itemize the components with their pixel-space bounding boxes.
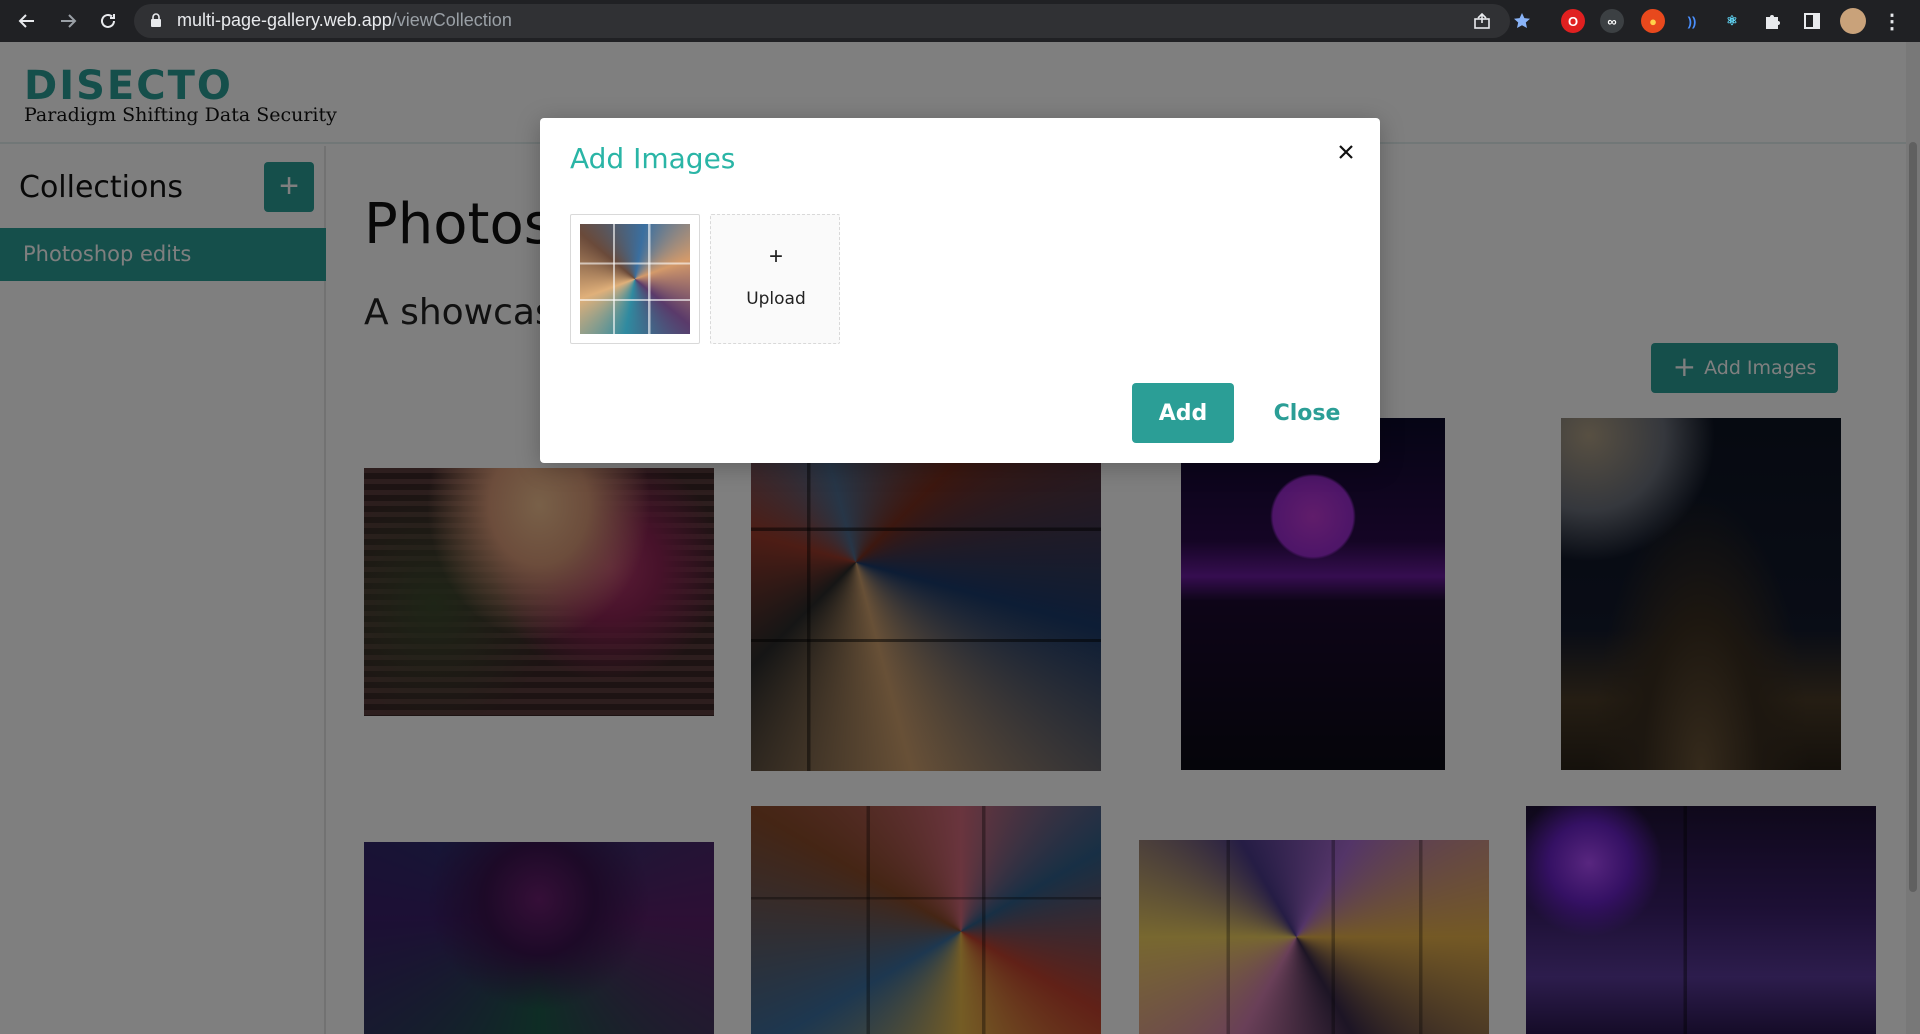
ext-fire-icon[interactable]: ● — [1641, 9, 1665, 33]
back-arrow-icon[interactable] — [13, 7, 41, 35]
forward-arrow-icon[interactable] — [54, 7, 82, 35]
uploaded-image — [580, 224, 690, 334]
page: DISECTO Paradigm Shifting Data Security … — [0, 42, 1920, 1034]
uploaded-image-thumbnail[interactable] — [570, 214, 700, 344]
bookmark-star-icon[interactable] — [1510, 9, 1534, 33]
extensions-puzzle-icon[interactable] — [1760, 9, 1784, 33]
menu-dots-icon[interactable]: ⋮ — [1880, 9, 1904, 33]
reload-icon[interactable] — [94, 7, 122, 35]
profile-avatar[interactable] — [1840, 8, 1866, 34]
add-button[interactable]: Add — [1132, 383, 1234, 443]
ext-opera-icon[interactable]: O — [1561, 9, 1585, 33]
upload-button[interactable]: + Upload — [710, 214, 840, 344]
close-icon[interactable] — [1332, 138, 1360, 166]
ext-wave-icon[interactable]: )) — [1680, 9, 1704, 33]
url-path: /viewCollection — [391, 10, 512, 30]
add-images-modal: Add Images + Upload Add Close — [540, 118, 1380, 463]
modal-title: Add Images — [570, 142, 736, 175]
browser-toolbar: multi-page-gallery.web.app/viewCollectio… — [0, 0, 1920, 42]
url-text[interactable]: multi-page-gallery.web.app/viewCollectio… — [177, 10, 512, 31]
upload-label: Upload — [746, 289, 806, 309]
ext-glasses-icon[interactable]: ∞ — [1600, 9, 1624, 33]
plus-icon: + — [768, 243, 783, 270]
close-button[interactable]: Close — [1254, 383, 1360, 443]
url-host: multi-page-gallery.web.app — [177, 10, 392, 30]
share-icon[interactable] — [1470, 9, 1494, 33]
lock-icon[interactable] — [150, 13, 162, 27]
ext-react-icon[interactable]: ⚛ — [1720, 9, 1744, 33]
side-panel-icon[interactable] — [1800, 9, 1824, 33]
